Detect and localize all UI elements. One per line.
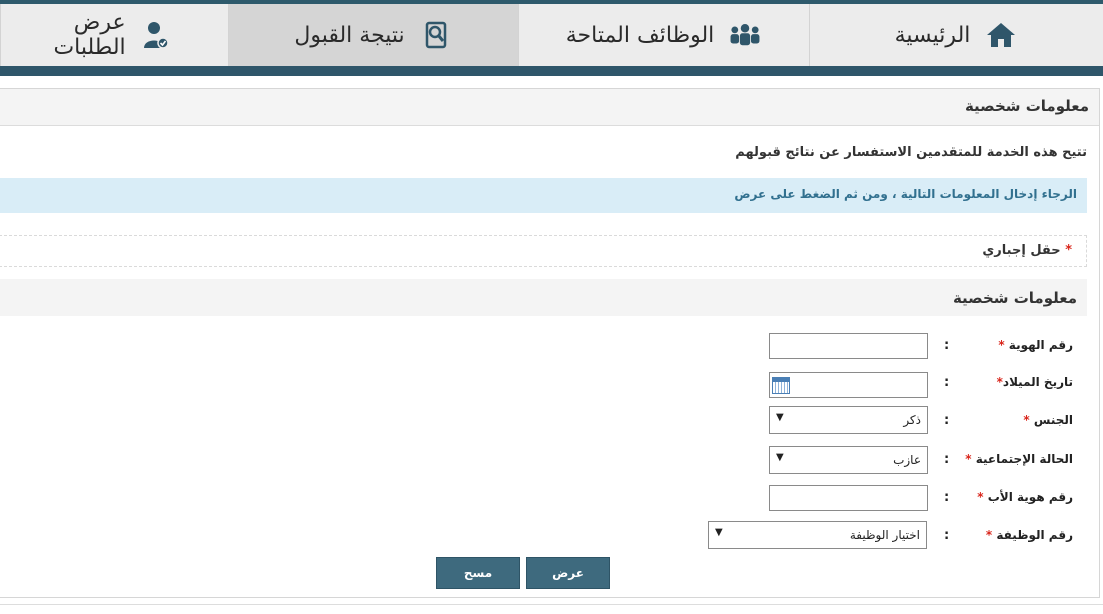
colon: : xyxy=(944,490,950,505)
colon: : xyxy=(944,452,950,467)
search-document-icon xyxy=(419,18,453,52)
marital-status-select-value: عازب xyxy=(893,453,921,467)
section-title: معلومات شخصية xyxy=(952,289,1077,307)
required-note-text: * حقل إجباري xyxy=(982,243,1072,258)
home-icon xyxy=(984,18,1018,52)
people-group-icon xyxy=(728,18,762,52)
gender-label: الجنس * xyxy=(1023,413,1073,427)
required-note-label: حقل إجباري xyxy=(982,243,1061,258)
marital-status-label-text: الحالة الإجتماعية xyxy=(975,452,1073,466)
id-label-text: رقم الهوية xyxy=(1008,338,1073,352)
dropdown-arrow-icon: ▼ xyxy=(776,412,784,423)
required-star: * xyxy=(977,490,984,504)
footer-divider xyxy=(0,604,1103,605)
required-star: * xyxy=(998,338,1005,352)
service-description: تتيح هذه الخدمة للمتقدمين الاستفسار عن ن… xyxy=(735,145,1087,160)
father-id-label: رقم هوية الأب * xyxy=(977,490,1073,504)
gender-select-value: ذكر xyxy=(903,413,921,427)
dropdown-arrow-icon: ▼ xyxy=(776,452,784,463)
job-number-label: رقم الوظيفة * xyxy=(986,528,1073,542)
birth-date-label: تاريخ الميلاد* xyxy=(997,375,1073,389)
birth-date-input[interactable] xyxy=(769,372,928,398)
nav-home[interactable]: الرئيسية xyxy=(809,4,1103,66)
nav-bottom-band xyxy=(0,66,1103,76)
view-button[interactable]: عرض xyxy=(526,557,610,589)
gender-select[interactable]: ذكر ▼ xyxy=(769,406,928,434)
job-number-select[interactable]: اختيار الوظيفة ▼ xyxy=(708,521,927,549)
nav-acceptance-result[interactable]: نتيجة القبول xyxy=(228,4,518,66)
main-nav: الرئيسية الوظائف المتاحة نتيجة القبول عر… xyxy=(0,4,1103,66)
info-alert-text: الرجاء إدخال المعلومات التالية ، ومن ثم … xyxy=(734,187,1077,201)
nav-available-jobs[interactable]: الوظائف المتاحة xyxy=(518,4,809,66)
dropdown-arrow-icon: ▼ xyxy=(715,527,723,538)
required-star: * xyxy=(1023,413,1030,427)
marital-status-select[interactable]: عازب ▼ xyxy=(769,446,928,474)
job-number-label-text: رقم الوظيفة xyxy=(996,528,1073,542)
id-number-input[interactable] xyxy=(769,333,928,359)
required-note: * حقل إجباري xyxy=(0,235,1087,267)
nav-view-requests[interactable]: عرض الطلبات xyxy=(0,4,228,66)
birth-date-label-text: تاريخ الميلاد xyxy=(1002,375,1073,389)
user-check-icon xyxy=(140,18,172,52)
marital-status-label: الحالة الإجتماعية * xyxy=(965,452,1073,466)
required-star: * xyxy=(1065,243,1072,258)
job-number-select-value: اختيار الوظيفة xyxy=(849,528,920,542)
colon: : xyxy=(944,413,950,428)
colon: : xyxy=(944,528,950,543)
gender-label-text: الجنس xyxy=(1033,413,1073,427)
nav-acceptance-result-label: نتيجة القبول xyxy=(294,22,405,48)
section-header: معلومات شخصية xyxy=(0,279,1087,316)
panel-header: معلومات شخصية xyxy=(0,89,1099,126)
colon: : xyxy=(944,375,950,390)
required-star: * xyxy=(985,528,993,542)
nav-view-requests-label: عرض الطلبات xyxy=(53,10,126,60)
calendar-icon[interactable] xyxy=(772,377,790,394)
required-star: * xyxy=(965,452,972,466)
father-id-label-text: رقم هوية الأب xyxy=(987,490,1073,504)
panel-title: معلومات شخصية xyxy=(964,97,1089,115)
colon: : xyxy=(944,338,950,353)
clear-button[interactable]: مسح xyxy=(436,557,520,589)
personal-info-panel: معلومات شخصية تتيح هذه الخدمة للمتقدمين … xyxy=(0,88,1100,598)
nav-home-label: الرئيسية xyxy=(894,22,971,48)
id-label: رقم الهوية * xyxy=(998,338,1073,352)
info-alert: الرجاء إدخال المعلومات التالية ، ومن ثم … xyxy=(0,178,1087,213)
father-id-input[interactable] xyxy=(769,485,928,511)
nav-available-jobs-label: الوظائف المتاحة xyxy=(565,22,715,48)
